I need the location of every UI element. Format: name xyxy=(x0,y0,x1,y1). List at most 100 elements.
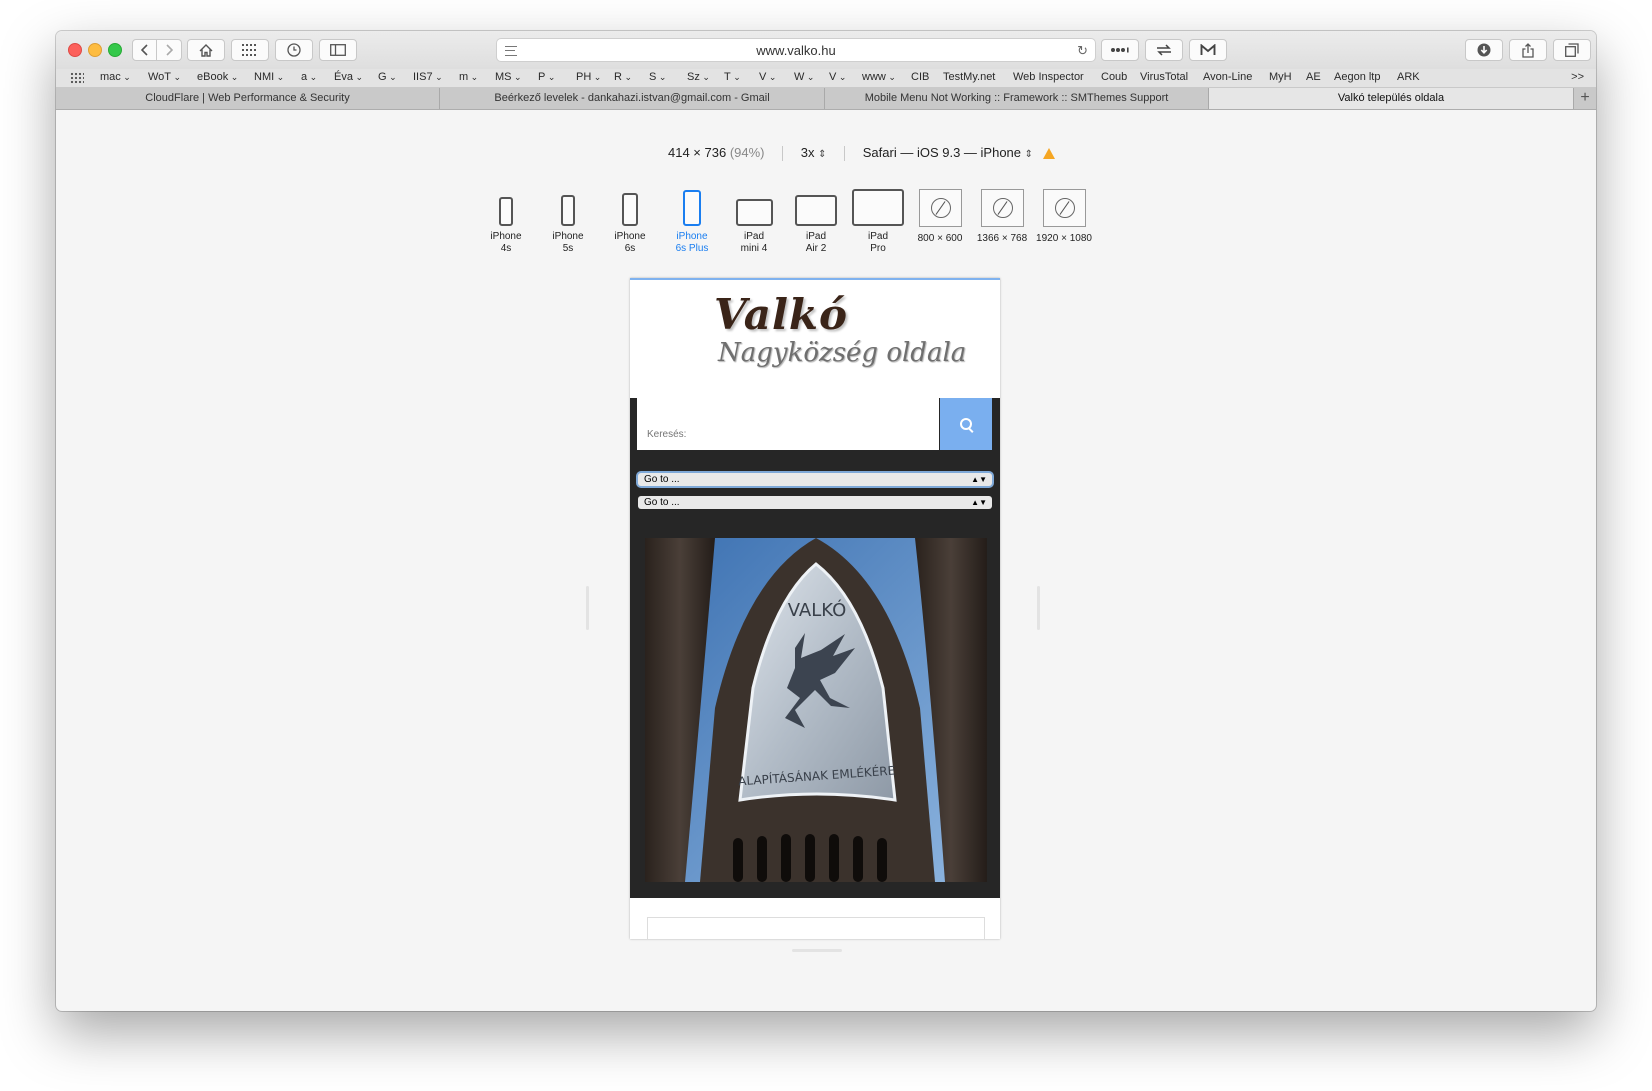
favorites-item[interactable]: CIB xyxy=(911,71,929,83)
favorites-item[interactable]: mac ⌄ xyxy=(100,71,131,83)
favorites-item[interactable]: VirusTotal xyxy=(1140,71,1188,83)
toolbar: www.valko.hu ↻ xyxy=(56,31,1596,69)
back-button[interactable] xyxy=(132,39,157,61)
favorites-item[interactable]: Web Inspector xyxy=(1013,71,1084,83)
favorites-item[interactable]: AE xyxy=(1306,71,1321,83)
favorites-item[interactable]: G ⌄ xyxy=(378,71,397,83)
top-sites-button[interactable] xyxy=(231,39,269,61)
chevron-down-icon: ⌄ xyxy=(307,72,318,82)
mobile-menu-select-2[interactable]: Go to ... ▲▼ xyxy=(638,496,992,509)
favorites-item[interactable]: MyH xyxy=(1269,71,1292,83)
favorites-item[interactable]: Avon-Line xyxy=(1203,71,1252,83)
favorites-item[interactable]: Sz ⌄ xyxy=(687,71,710,83)
favorites-grid-icon[interactable] xyxy=(70,72,84,84)
favorites-item[interactable]: PH ⌄ xyxy=(576,71,601,83)
favorites-item[interactable]: m ⌄ xyxy=(459,71,478,83)
favorites-item-label: m xyxy=(459,71,469,83)
favorites-item-label: WoT xyxy=(148,71,172,83)
history-button[interactable] xyxy=(275,39,313,61)
favorites-item[interactable]: TestMy.net xyxy=(943,71,995,83)
device-label: 1920 × 1080 xyxy=(1036,233,1092,244)
safari-window: www.valko.hu ↻ mac ⌄ WoT ⌄ eBook ⌄ NMI ⌄ a ⌄… xyxy=(56,31,1596,1011)
search-input[interactable] xyxy=(637,398,939,450)
device-iphone-4s[interactable]: iPhone 4s xyxy=(478,189,534,255)
favorites-item-label: Avon-Line xyxy=(1203,71,1253,83)
updown-icon: ⇕ xyxy=(818,149,827,160)
downloads-button[interactable] xyxy=(1465,39,1503,61)
minimize-window-button[interactable] xyxy=(88,43,102,57)
device-label: iPhone xyxy=(676,231,708,242)
tablet-icon xyxy=(795,195,837,226)
favorites-item[interactable]: Éva ⌄ xyxy=(334,71,363,83)
device-label: iPhone xyxy=(490,231,522,242)
device-label: iPhone xyxy=(552,231,584,242)
device-iphone-5s[interactable]: iPhone 5s xyxy=(540,189,596,255)
tab-gmail[interactable]: Beérkező levelek - dankahazi.istvan@gmai… xyxy=(440,88,825,109)
close-window-button[interactable] xyxy=(68,43,82,57)
tab-overview-button[interactable] xyxy=(1553,39,1591,61)
tab-valko[interactable]: Valkó település oldala xyxy=(1209,88,1574,109)
favorites-item[interactable]: S ⌄ xyxy=(649,71,666,83)
transfer-extension-button[interactable] xyxy=(1145,39,1183,61)
gmail-extension-button[interactable] xyxy=(1189,39,1227,61)
device-iphone-6s[interactable]: iPhone 6s xyxy=(602,189,658,255)
favorites-item[interactable]: Coub xyxy=(1101,71,1127,83)
device-1920x1080[interactable]: 1920 × 1080 xyxy=(1031,189,1097,245)
tab-cloudflare[interactable]: CloudFlare | Web Performance & Security xyxy=(56,88,440,109)
favorites-item-label: G xyxy=(378,71,387,83)
mobile-menu-select-1[interactable]: Go to ... ▲▼ xyxy=(638,473,992,486)
tab-smthemes[interactable]: Mobile Menu Not Working :: Framework :: … xyxy=(825,88,1209,109)
select-arrows-icon: ▲▼ xyxy=(971,475,987,484)
share-button[interactable] xyxy=(1509,39,1547,61)
user-agent-select[interactable]: Safari — iOS 9.3 — iPhone ⇕ xyxy=(863,145,1033,160)
resize-handle-right[interactable] xyxy=(1037,586,1040,630)
resize-handle-bottom[interactable] xyxy=(792,949,842,952)
favorites-item-label: Coub xyxy=(1101,71,1128,83)
device-label: iPad xyxy=(743,231,764,242)
device-ipad-air-2[interactable]: iPad Air 2 xyxy=(788,189,844,255)
favorites-item[interactable]: R ⌄ xyxy=(614,71,632,83)
favorites-item[interactable]: MS ⌄ xyxy=(495,71,522,83)
device-1366x768[interactable]: 1366 × 768 xyxy=(971,189,1033,245)
reload-icon[interactable]: ↻ xyxy=(1077,43,1088,59)
forward-button[interactable] xyxy=(157,39,182,61)
favorites-item[interactable]: NMI ⌄ xyxy=(254,71,284,83)
favorites-item[interactable]: www ⌄ xyxy=(862,71,896,83)
phone-icon xyxy=(622,193,638,226)
chevron-down-icon: ⌄ xyxy=(545,72,556,82)
favorites-item[interactable]: W ⌄ xyxy=(794,71,814,83)
favorites-item[interactable]: a ⌄ xyxy=(301,71,317,83)
home-button[interactable] xyxy=(187,39,225,61)
site-logo-title[interactable]: Valkó xyxy=(714,290,848,339)
favorites-item[interactable]: T ⌄ xyxy=(724,71,741,83)
device-iphone-6s-plus[interactable]: iPhone 6s Plus xyxy=(664,189,720,255)
new-tab-button[interactable]: + xyxy=(1573,88,1596,109)
address-bar[interactable]: www.valko.hu ↻ xyxy=(496,38,1096,62)
gmail-icon xyxy=(1200,44,1216,55)
favorites-item[interactable]: WoT ⌄ xyxy=(148,71,181,83)
hero-image[interactable]: VALKÓ ALAPÍTÁSÁNAK EMLÉKÉRE xyxy=(645,538,987,882)
favorites-overflow-button[interactable]: >> xyxy=(1571,71,1584,83)
favorites-item[interactable]: eBook ⌄ xyxy=(197,71,238,83)
device-ipad-pro[interactable]: iPad Pro xyxy=(850,189,906,255)
extension-button[interactable] xyxy=(1101,39,1139,61)
device-ipad-mini-4[interactable]: iPad mini 4 xyxy=(726,189,782,255)
search-button[interactable] xyxy=(940,398,992,450)
favorites-item-label: T xyxy=(724,71,731,83)
tablet-icon xyxy=(852,189,904,226)
favorites-item[interactable]: Aegon ltp xyxy=(1334,71,1380,83)
device-800x600[interactable]: 800 × 600 xyxy=(909,189,971,245)
valko-sign-picture: VALKÓ ALAPÍTÁSÁNAK EMLÉKÉRE xyxy=(645,538,987,882)
select-arrows-icon: ▲▼ xyxy=(971,498,987,507)
favorites-item[interactable]: V ⌄ xyxy=(829,71,846,83)
chevron-down-icon: ⌄ xyxy=(836,72,847,82)
pixel-ratio-select[interactable]: 3x ⇕ xyxy=(801,145,827,160)
zoom-window-button[interactable] xyxy=(108,43,122,57)
favorites-item[interactable]: ARK xyxy=(1397,71,1420,83)
warning-icon[interactable] xyxy=(1042,148,1055,160)
sidebar-button[interactable] xyxy=(319,39,357,61)
favorites-item[interactable]: IIS7 ⌄ xyxy=(413,71,443,83)
resize-handle-left[interactable] xyxy=(586,586,589,630)
favorites-item[interactable]: P ⌄ xyxy=(538,71,555,83)
favorites-item[interactable]: V ⌄ xyxy=(759,71,776,83)
